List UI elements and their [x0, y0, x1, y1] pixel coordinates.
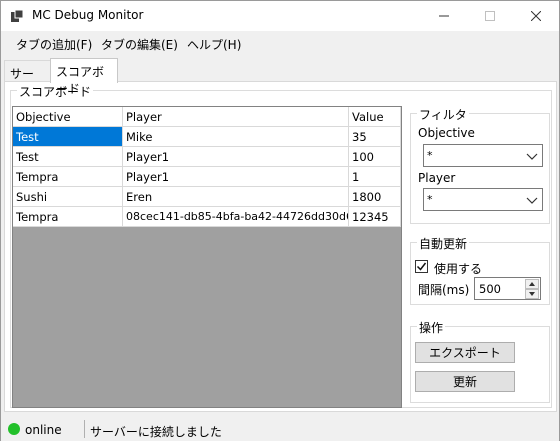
tab-scoreboard[interactable]: スコアボード — [50, 58, 118, 96]
column-header-value[interactable]: Value — [349, 107, 401, 127]
cell-value[interactable]: 12345 — [349, 207, 401, 227]
refresh-button[interactable]: 更新 — [415, 371, 515, 392]
column-header-player[interactable]: Player — [123, 107, 349, 127]
close-button[interactable] — [513, 1, 559, 31]
chevron-down-icon — [526, 153, 538, 160]
auto-update-use-label: 使用する — [434, 262, 483, 276]
cell-player[interactable]: Player1 — [123, 167, 349, 187]
cell-objective[interactable]: Tempra — [13, 167, 123, 187]
auto-update-group-title: 自動更新 — [417, 235, 470, 252]
connection-status-indicator — [8, 423, 20, 435]
player-filter-label: Player — [418, 171, 456, 185]
status-divider — [84, 420, 85, 438]
interval-value: 500 — [479, 282, 501, 296]
cell-value[interactable]: 100 — [349, 147, 401, 167]
interval-input[interactable]: 500 — [474, 277, 541, 300]
title-bar: MC Debug Monitor — [1, 1, 559, 31]
window-title: MC Debug Monitor — [32, 8, 144, 22]
arrow-up-icon — [529, 282, 535, 286]
menu-help[interactable]: ヘルプ(H) — [187, 36, 241, 53]
cell-value[interactable]: 1800 — [349, 187, 401, 207]
objective-filter-value: * — [427, 149, 433, 162]
minimize-icon — [439, 15, 449, 17]
objective-filter-select[interactable]: * — [423, 144, 543, 167]
interval-label: 間隔(ms) — [418, 283, 470, 297]
interval-down-button[interactable] — [525, 289, 539, 299]
close-icon — [531, 11, 541, 21]
cell-player[interactable]: Eren — [123, 187, 349, 207]
maximize-button[interactable] — [467, 1, 513, 31]
operations-group-title: 操作 — [417, 319, 446, 336]
column-header-objective[interactable]: Objective — [13, 107, 123, 127]
maximize-icon — [485, 11, 495, 21]
arrow-down-icon — [529, 292, 535, 296]
cell-objective[interactable]: Tempra — [13, 207, 123, 227]
cell-objective[interactable]: Test — [13, 147, 123, 167]
table-row[interactable]: Tempra Player1 1 — [13, 167, 401, 187]
cell-player[interactable]: Player1 — [123, 147, 349, 167]
cell-value[interactable]: 35 — [349, 127, 401, 147]
cell-value[interactable]: 1 — [349, 167, 401, 187]
cell-objective[interactable]: Sushi — [13, 187, 123, 207]
menu-bar: タブの追加(F) タブの編集(E) ヘルプ(H) — [1, 31, 559, 55]
player-filter-select[interactable]: * — [423, 188, 543, 211]
table-row[interactable]: Tempra 08cec141-db85-4bfa-ba42-44726dd30… — [13, 207, 401, 227]
tab-server[interactable]: サーバー — [4, 60, 51, 98]
minimize-button[interactable] — [421, 1, 467, 31]
player-filter-value: * — [427, 193, 433, 206]
scoreboard-group-title: スコアボード — [17, 83, 94, 100]
objective-filter-label: Objective — [418, 126, 475, 140]
scoreboard-grid[interactable]: Objective Player Value Test Mike 35 Test… — [12, 106, 402, 408]
cell-objective[interactable]: Test — [13, 127, 123, 147]
grid-header-row: Objective Player Value — [13, 107, 401, 127]
table-row[interactable]: Sushi Eren 1800 — [13, 187, 401, 207]
table-row[interactable]: Test Player1 100 — [13, 147, 401, 167]
auto-update-checkbox[interactable] — [415, 260, 428, 273]
connection-status-text: online — [25, 423, 62, 437]
app-icon — [11, 10, 23, 22]
menu-edit-tab[interactable]: タブの編集(E) — [101, 36, 178, 53]
chevron-down-icon — [526, 197, 538, 204]
export-button[interactable]: エクスポート — [415, 342, 515, 363]
status-message: サーバーに接続しました — [90, 425, 222, 439]
checkmark-icon — [416, 262, 427, 271]
cell-player[interactable]: Mike — [123, 127, 349, 147]
filter-group-title: フィルタ — [417, 106, 469, 123]
table-row[interactable]: Test Mike 35 — [13, 127, 401, 147]
interval-up-button[interactable] — [525, 279, 539, 289]
cell-player[interactable]: 08cec141-db85-4bfa-ba42-44726dd30d61 — [123, 207, 349, 227]
app-window: MC Debug Monitor タブの追加(F) タブの編集(E) ヘルプ(H… — [0, 0, 560, 441]
menu-add-tab[interactable]: タブの追加(F) — [16, 36, 92, 53]
status-bar: online サーバーに接続しました — [1, 417, 559, 441]
